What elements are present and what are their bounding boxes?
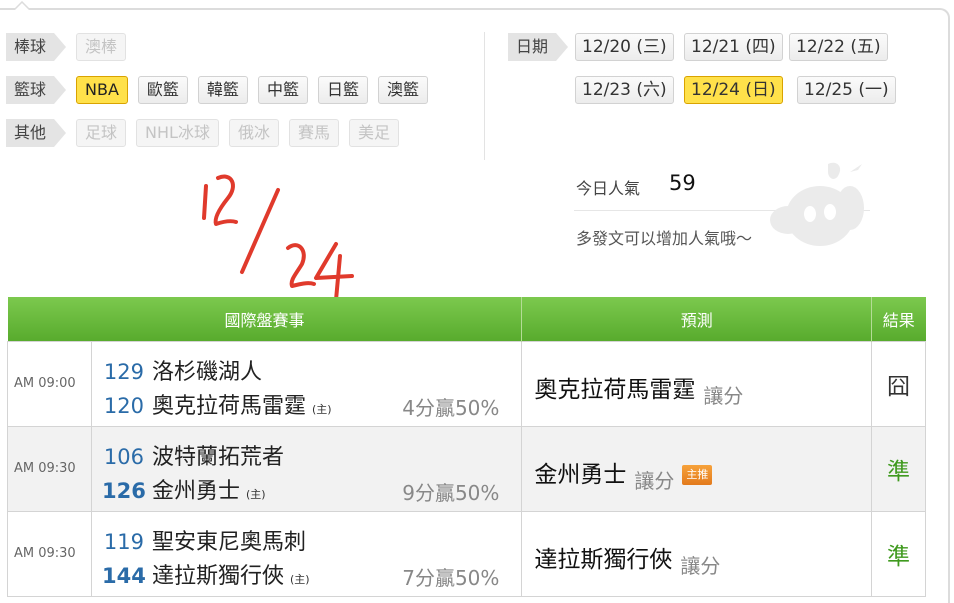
host-mark: (主) xyxy=(245,487,266,501)
home-team-line: 144 達拉斯獨行俠 (主) xyxy=(102,558,310,590)
top-pick-badge: 主推 xyxy=(682,464,713,485)
away-score: 129 xyxy=(103,359,144,384)
game-time: AM 09:00 xyxy=(7,340,92,427)
header-match: 國際盤賽事 xyxy=(7,297,523,341)
category-row-baseball: 棒球 澳棒 xyxy=(6,32,136,62)
table-header-row: 國際盤賽事 預測 結果 xyxy=(7,297,926,341)
away-team-line: 119 聖安東尼奧馬刺 xyxy=(102,524,306,556)
table-row: AM 09:30 119 聖安東尼奧馬刺 144 達拉斯獨行俠 (主) 7分贏5… xyxy=(7,510,926,597)
match-cell: 106 波特蘭拓荒者 126 金州勇士 (主) 9分贏50% xyxy=(90,425,523,512)
result-cell: 準 xyxy=(871,425,926,512)
result-cell: 囧 xyxy=(871,340,926,427)
date-chip-1221[interactable]: 12/21 (四) xyxy=(684,33,783,61)
prediction-type: 讓分 xyxy=(703,383,744,408)
prediction-line: 奧克拉荷馬雷霆 讓分 xyxy=(534,370,743,409)
category-row-other: 其他 足球 NHL冰球 俄冰 賽馬 美足 xyxy=(6,118,409,148)
predicted-team: 達拉斯獨行俠 xyxy=(534,546,673,573)
date-chip-1222[interactable]: 12/22 (五) xyxy=(789,33,888,61)
chip-korea-basketball[interactable]: 韓籃 xyxy=(197,76,248,104)
away-team-name[interactable]: 洛杉磯湖人 xyxy=(152,354,262,386)
host-mark: (主) xyxy=(311,402,332,416)
chip-nba[interactable]: NBA xyxy=(76,76,128,104)
home-team-name[interactable]: 奧克拉荷馬雷霆 xyxy=(152,388,306,420)
header-result: 結果 xyxy=(871,297,926,341)
home-team-line: 120 奧克拉荷馬雷霆 (主) xyxy=(102,388,332,420)
category-label-basketball: 籃球 xyxy=(6,76,67,104)
popularity-tip: 多發文可以增加人氣哦～ xyxy=(576,229,753,248)
match-cell: 119 聖安東尼奧馬刺 144 達拉斯獨行俠 (主) 7分贏50% xyxy=(90,510,523,597)
home-team-line: 126 金州勇士 (主) xyxy=(102,473,266,505)
handwritten-date-annotation xyxy=(202,174,354,302)
chip-australian-baseball: 澳棒 xyxy=(76,33,127,61)
chip-australia-basketball[interactable]: 澳籃 xyxy=(377,76,428,104)
prediction-line: 達拉斯獨行俠 讓分 xyxy=(534,540,720,579)
home-team-name[interactable]: 金州勇士 xyxy=(152,473,240,505)
result-cell: 準 xyxy=(871,510,926,597)
category-label-other: 其他 xyxy=(6,119,67,147)
date-chip-1224[interactable]: 12/24 (日) xyxy=(684,76,783,104)
games-table: 國際盤賽事 預測 結果 AM 09:00 129 洛杉磯湖人 120 奧克拉荷馬… xyxy=(7,297,926,597)
date-chip-1220[interactable]: 12/20 (三) xyxy=(575,33,674,61)
home-score: 126 xyxy=(102,478,146,503)
category-label-baseball: 棒球 xyxy=(6,33,67,61)
match-cell: 129 洛杉磯湖人 120 奧克拉荷馬雷霆 (主) 4分贏50% xyxy=(90,340,523,427)
host-mark: (主) xyxy=(289,572,310,586)
odds-text: 7分贏50% xyxy=(402,565,500,590)
chip-china-basketball[interactable]: 中籃 xyxy=(257,76,308,104)
date-chip-1225[interactable]: 12/25 (一) xyxy=(797,76,896,104)
away-team-line: 129 洛杉磯湖人 xyxy=(102,354,262,386)
game-time: AM 09:30 xyxy=(7,425,92,512)
home-team-name[interactable]: 達拉斯獨行俠 xyxy=(152,558,284,590)
prediction-cell: 金州勇士 讓分 主推 xyxy=(521,425,872,512)
odds-text: 9分贏50% xyxy=(402,480,500,505)
popularity-label: 今日人氣 xyxy=(576,179,641,198)
table-row: AM 09:00 129 洛杉磯湖人 120 奧克拉荷馬雷霆 (主) 4分贏50… xyxy=(7,340,926,427)
away-score: 106 xyxy=(103,444,144,469)
prediction-cell: 奧克拉荷馬雷霆 讓分 xyxy=(521,340,872,427)
away-team-name[interactable]: 聖安東尼奧馬刺 xyxy=(152,524,306,556)
game-time: AM 09:30 xyxy=(7,510,92,597)
section-divider xyxy=(484,32,485,160)
header-prediction: 預測 xyxy=(521,297,872,341)
tab-notch-icon xyxy=(14,1,30,10)
chip-japan-basketball[interactable]: 日籃 xyxy=(317,76,368,104)
predicted-team: 奧克拉荷馬雷霆 xyxy=(534,376,696,403)
chip-euro-basketball[interactable]: 歐籃 xyxy=(137,76,188,104)
prediction-type: 讓分 xyxy=(634,468,675,493)
chip-russia-hockey: 俄冰 xyxy=(228,119,279,147)
home-score: 144 xyxy=(102,563,146,588)
chip-horse-racing: 賽馬 xyxy=(288,119,339,147)
away-score: 119 xyxy=(103,529,144,554)
date-chip-1223[interactable]: 12/23 (六) xyxy=(575,76,674,104)
popularity-value: 59 xyxy=(669,171,696,195)
date-label: 日期 xyxy=(508,33,569,61)
away-team-name[interactable]: 波特蘭拓荒者 xyxy=(152,439,284,471)
table-row: AM 09:30 106 波特蘭拓荒者 126 金州勇士 (主) 9分贏50% … xyxy=(7,425,926,512)
category-row-basketball: 籃球 NBA 歐籃 韓籃 中籃 日籃 澳籃 xyxy=(6,75,438,105)
mascot-watermark-icon xyxy=(770,162,864,246)
home-score: 120 xyxy=(103,393,144,418)
odds-text: 4分贏50% xyxy=(402,395,500,420)
predicted-team: 金州勇士 xyxy=(534,461,627,488)
chip-nhl-hockey: NHL冰球 xyxy=(136,119,219,147)
away-team-line: 106 波特蘭拓荒者 xyxy=(102,439,284,471)
chip-soccer: 足球 xyxy=(76,119,127,147)
chip-american-football: 美足 xyxy=(348,119,399,147)
prediction-cell: 達拉斯獨行俠 讓分 xyxy=(521,510,872,597)
prediction-type: 讓分 xyxy=(680,553,721,578)
prediction-line: 金州勇士 讓分 主推 xyxy=(534,455,713,494)
